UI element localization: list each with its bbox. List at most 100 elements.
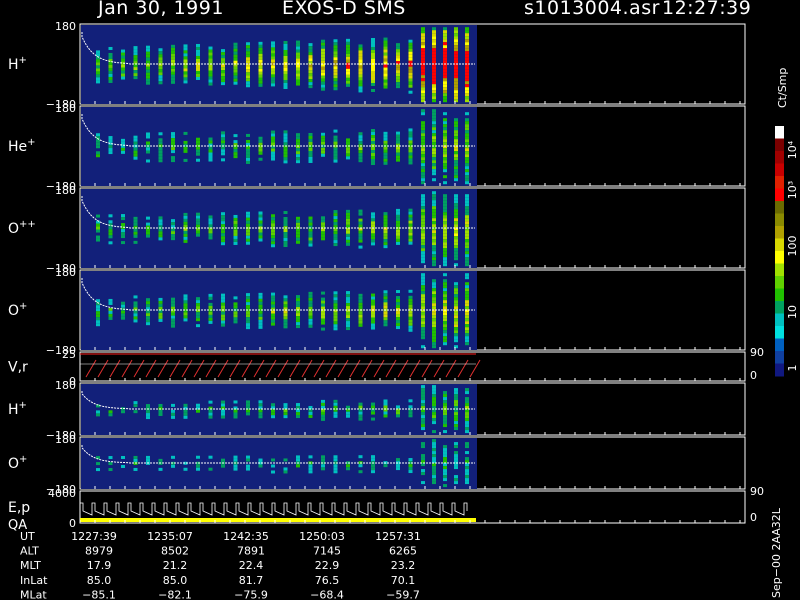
spectrogram-cell [465, 124, 469, 128]
spectrogram-cell [146, 416, 150, 420]
spectrogram-cell [121, 464, 125, 468]
time-axis-value: 7145 [313, 545, 341, 558]
spectrogram-cell [221, 323, 225, 327]
spectrogram-cell [421, 33, 425, 37]
spectrogram-cell [443, 212, 447, 216]
spectrogram-cell [308, 141, 313, 145]
spectrogram-cell [258, 400, 263, 404]
spectrogram-cell [465, 96, 469, 100]
spectrogram-cell [208, 149, 213, 153]
spectrogram-cell [171, 77, 175, 81]
spectrogram-cell [246, 458, 250, 462]
spectrogram-cell [432, 394, 436, 398]
spectrogram-cell [454, 324, 458, 328]
spectrogram-cell [258, 232, 263, 236]
spectrogram-cell [358, 239, 363, 243]
spectrogram-cell [283, 130, 288, 134]
spectrogram-cell [465, 130, 469, 134]
spectrogram-cell [133, 467, 138, 471]
spectrogram-cell [308, 300, 313, 304]
spectrogram-cell [283, 304, 288, 308]
spectrogram-cell [454, 215, 458, 219]
spectrogram-cell [443, 215, 447, 219]
spectrogram-cell [432, 130, 436, 134]
spectrogram-cell [383, 76, 388, 80]
spectrogram-cell [421, 87, 425, 91]
spectrogram-cell [158, 150, 163, 154]
spectrogram-cell [208, 302, 213, 306]
spectrogram-cell [443, 36, 447, 40]
spectrogram-cell [308, 52, 313, 56]
spectrogram-cell [396, 464, 400, 468]
spectrogram-cell [333, 45, 338, 49]
spectrogram-cell [396, 52, 400, 56]
spectrogram-cell [246, 238, 250, 242]
spectrogram-cell [196, 215, 200, 219]
spectrogram-cell [321, 411, 325, 415]
spectrogram-cell [465, 84, 469, 88]
spectrogram-cell [283, 43, 288, 47]
spectrogram-cell [246, 305, 250, 309]
spectrogram-cell [396, 73, 400, 77]
spectrogram-cell [465, 312, 469, 316]
spectrogram-cell [158, 72, 163, 76]
panel-label: O++ [8, 219, 36, 237]
spectrogram-cell [443, 39, 447, 43]
spectrogram-cell [371, 326, 375, 330]
spectrogram-cell [408, 399, 413, 403]
spectrogram-cell [454, 45, 458, 49]
spectrogram-cell [196, 67, 200, 71]
spectrogram-cell [183, 297, 188, 301]
spectrogram-cell [333, 39, 338, 43]
spectrogram-cell [421, 288, 425, 292]
spectrogram-cell [421, 230, 425, 234]
spectrogram-cell [454, 478, 458, 482]
spectrogram-cell [283, 319, 288, 323]
spectrogram-cell [271, 412, 275, 416]
spectrogram-cell [221, 415, 225, 419]
spectrogram-cell [258, 59, 263, 63]
spectrogram-cell [465, 57, 469, 61]
spectrogram-cell [432, 303, 436, 307]
spectrogram-cell [221, 158, 225, 162]
panel-label-charge: + [19, 400, 27, 411]
spectrogram-cell [421, 93, 425, 97]
spectrogram-cell [358, 414, 363, 418]
spectrogram-cell [283, 55, 288, 59]
spectrogram-cell [454, 87, 458, 91]
spectrogram-cell [432, 430, 436, 434]
spectrogram-cell [346, 221, 350, 225]
spectrogram-cell [454, 257, 458, 261]
spectrogram-cell [333, 467, 338, 471]
spectrogram-cell [432, 321, 436, 325]
spectrogram-cell [443, 236, 447, 240]
spectrogram-cell [121, 52, 125, 56]
spectrogram-cell [346, 321, 350, 325]
spectrogram-cell [396, 64, 400, 68]
panel-label: O+ [8, 301, 27, 319]
spectrogram-cell [333, 321, 338, 325]
spectrogram-cell [465, 421, 469, 425]
spectrogram-cell [283, 61, 288, 65]
spectrogram-cell [443, 118, 447, 122]
spectrogram-cell [346, 405, 350, 409]
spectrogram-cell [421, 175, 425, 179]
spectrogram-cell [108, 313, 113, 317]
spectrogram-cell [246, 409, 250, 413]
spectrogram-cell [383, 290, 388, 294]
spectrogram-cell [208, 224, 213, 228]
spectrogram-cell [358, 224, 363, 228]
spectrogram-cell [465, 463, 469, 467]
spectrogram-cell [371, 37, 375, 41]
spectrogram-cell [171, 231, 175, 235]
spectrogram-cell [383, 58, 388, 62]
spectrogram-cell [333, 464, 338, 468]
spectrogram-cell [371, 52, 375, 56]
spectrogram-cell [96, 77, 100, 81]
spectrogram-cell [432, 388, 436, 392]
spectrogram-cell [408, 411, 413, 415]
spectrogram-cell [371, 159, 375, 163]
spectrogram-cell [133, 150, 138, 154]
spectrogram-cell [465, 445, 469, 449]
spectrogram-cell [308, 231, 313, 235]
